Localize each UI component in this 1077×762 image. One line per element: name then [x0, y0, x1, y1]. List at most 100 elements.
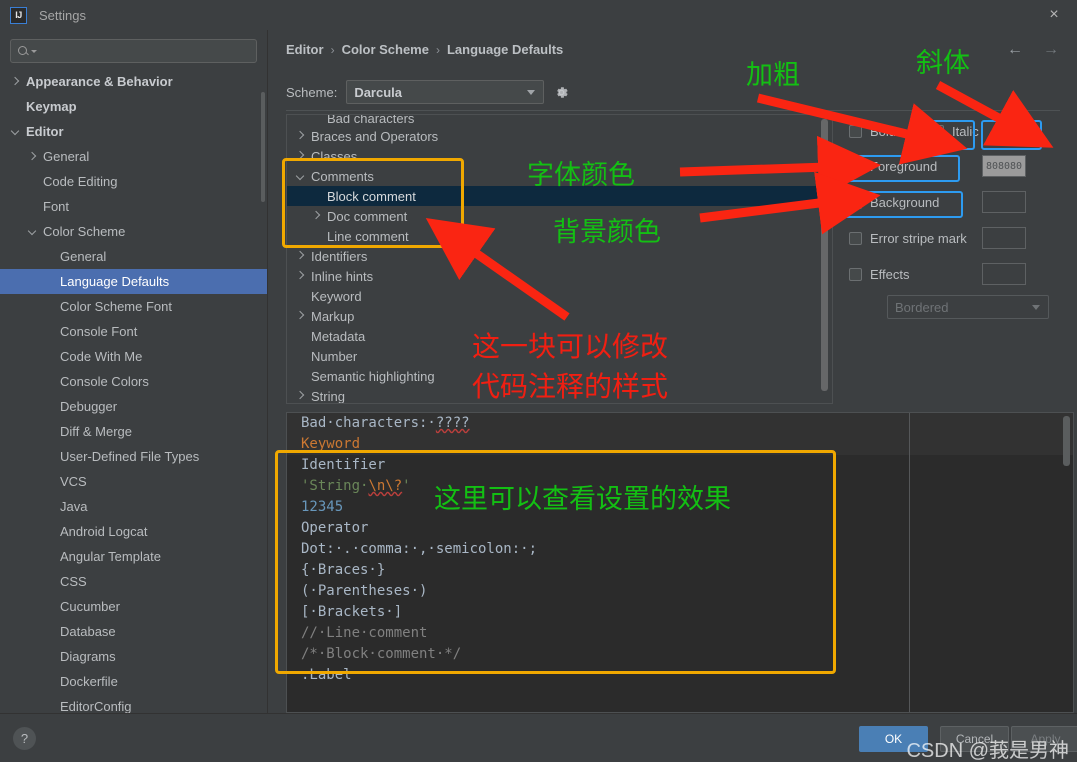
close-icon[interactable]: × [1031, 0, 1077, 30]
color-tree-item-block-comment[interactable]: Block comment [287, 186, 832, 206]
color-tree-item-comments[interactable]: Comments [287, 166, 832, 186]
foreground-checkbox-group[interactable]: Foreground [849, 159, 982, 174]
breadcrumb-item-color-scheme[interactable]: Color Scheme [342, 42, 429, 57]
color-tree-item-label: Metadata [311, 328, 366, 344]
preview-token: 12345 [301, 499, 344, 515]
sidebar-item-code-editing[interactable]: Code Editing [0, 169, 267, 194]
sidebar-item-language-defaults[interactable]: Language Defaults [0, 269, 267, 294]
color-tree-item-identifiers[interactable]: Identifiers [287, 246, 832, 266]
apply-button[interactable]: Apply [1011, 726, 1077, 752]
divider [286, 110, 1060, 111]
breadcrumb-item-language-defaults[interactable]: Language Defaults [447, 42, 563, 57]
foreground-checkbox[interactable] [849, 159, 862, 173]
sidebar-item-editor[interactable]: Editor [0, 119, 267, 144]
chevron-down-icon[interactable] [295, 171, 306, 182]
italic-checkbox[interactable] [931, 124, 944, 138]
chevron-right-icon[interactable] [295, 391, 306, 402]
color-tree-item-metadata[interactable]: Metadata [287, 326, 832, 346]
sidebar-item-label: Color Scheme [43, 224, 126, 239]
sidebar-item-vcs[interactable]: VCS [0, 469, 267, 494]
background-checkbox[interactable] [849, 195, 862, 209]
color-tree-item-string[interactable]: String [287, 386, 832, 404]
sidebar-item-keymap[interactable]: Keymap [0, 94, 267, 119]
sidebar-item-console-font[interactable]: Console Font [0, 319, 267, 344]
sidebar-item-css[interactable]: CSS [0, 569, 267, 594]
color-tree-item-keyword[interactable]: Keyword [287, 286, 832, 306]
preview-right-margin-line [909, 413, 910, 712]
effect-type-value: Bordered [895, 299, 949, 315]
sidebar-item-code-with-me[interactable]: Code With Me [0, 344, 267, 369]
preview-scrollbar[interactable] [1063, 416, 1070, 466]
effects-checkbox[interactable] [849, 267, 862, 281]
background-checkbox-group[interactable]: Background [849, 195, 982, 210]
sidebar-item-appearance-behavior[interactable]: Appearance & Behavior [0, 69, 267, 94]
sidebar-item-angular-template[interactable]: Angular Template [0, 544, 267, 569]
sidebar-item-user-defined-file-types[interactable]: User-Defined File Types [0, 444, 267, 469]
chevron-right-icon[interactable] [295, 151, 306, 162]
color-tree-item-inline-hints[interactable]: Inline hints [287, 266, 832, 286]
color-tree-item-classes[interactable]: Classes [287, 146, 832, 166]
chevron-right-icon[interactable] [10, 76, 21, 87]
dialog-button-bar: ? OK Cancel Apply CSDN @莪是男神 [0, 713, 1077, 762]
foreground-color-swatch[interactable]: 808080 [982, 155, 1026, 177]
color-tree-item-bad-characters[interactable]: Bad characters [287, 115, 832, 126]
bold-checkbox-group[interactable]: Bold [849, 124, 924, 139]
sidebar-item-dockerfile[interactable]: Dockerfile [0, 669, 267, 694]
chevron-right-icon[interactable] [295, 271, 306, 282]
gear-icon[interactable] [553, 84, 570, 101]
color-tree-scrollbar[interactable] [821, 119, 828, 391]
sidebar-item-console-colors[interactable]: Console Colors [0, 369, 267, 394]
color-tree-item-semantic-highlighting[interactable]: Semantic highlighting [287, 366, 832, 386]
sidebar-item-font[interactable]: Font [0, 194, 267, 219]
error-stripe-checkbox[interactable] [849, 231, 862, 245]
sidebar-item-general[interactable]: General [0, 244, 267, 269]
error-stripe-checkbox-group[interactable]: Error stripe mark [849, 231, 982, 246]
sidebar-item-database[interactable]: Database [0, 619, 267, 644]
forward-arrow-icon[interactable]: → [1043, 42, 1059, 58]
sidebar-item-diff-merge[interactable]: Diff & Merge [0, 419, 267, 444]
search-input[interactable] [10, 39, 257, 63]
sidebar-item-editorconfig[interactable]: EditorConfig [0, 694, 267, 713]
breadcrumb-separator: › [330, 42, 335, 57]
preview-pane[interactable]: Bad·characters:·???? Keyword Identifier 'St… [286, 412, 1074, 713]
chevron-right-icon[interactable] [27, 151, 38, 162]
search-icon [17, 45, 30, 58]
sidebar-item-general[interactable]: General [0, 144, 267, 169]
chevron-down-icon[interactable] [27, 226, 38, 237]
sidebar-item-java[interactable]: Java [0, 494, 267, 519]
background-color-swatch[interactable] [982, 191, 1026, 213]
effects-checkbox-group[interactable]: Effects [849, 267, 982, 282]
help-button[interactable]: ? [13, 727, 36, 750]
sidebar-item-cucumber[interactable]: Cucumber [0, 594, 267, 619]
chevron-right-icon[interactable] [295, 311, 306, 322]
sidebar-scrollbar[interactable] [261, 92, 265, 202]
ok-button[interactable]: OK [859, 726, 928, 752]
color-tree-item-number[interactable]: Number [287, 346, 832, 366]
scheme-select[interactable]: Darcula [346, 80, 545, 104]
color-tree-item-braces-and-operators[interactable]: Braces and Operators [287, 126, 832, 146]
color-tree-item-line-comment[interactable]: Line comment [287, 226, 832, 246]
chevron-right-icon[interactable] [295, 251, 306, 262]
sidebar-item-diagrams[interactable]: Diagrams [0, 644, 267, 669]
chevron-right-icon[interactable] [295, 131, 306, 142]
sidebar-item-label: Appearance & Behavior [26, 74, 173, 89]
color-tree-item-markup[interactable]: Markup [287, 306, 832, 326]
cancel-button[interactable]: Cancel [940, 726, 1009, 752]
sidebar-item-android-logcat[interactable]: Android Logcat [0, 519, 267, 544]
chevron-right-icon[interactable] [311, 211, 322, 222]
bold-checkbox[interactable] [849, 124, 862, 138]
preview-token: Keyword [301, 436, 361, 452]
sidebar-tree: Appearance & Behavior Keymap Editor General… [0, 69, 267, 713]
preview-token: :Label [301, 667, 352, 683]
italic-checkbox-group[interactable]: Italic [931, 124, 979, 139]
effects-color-swatch[interactable] [982, 263, 1026, 285]
breadcrumb-item-editor[interactable]: Editor [286, 42, 324, 57]
sidebar-item-color-scheme[interactable]: Color Scheme [0, 219, 267, 244]
error-stripe-color-swatch[interactable] [982, 227, 1026, 249]
sidebar-item-debugger[interactable]: Debugger [0, 394, 267, 419]
color-tree-item-doc-comment[interactable]: Doc comment [287, 206, 832, 226]
back-arrow-icon[interactable]: ← [1007, 42, 1023, 58]
effect-type-select[interactable]: Bordered [887, 295, 1049, 319]
chevron-down-icon[interactable] [10, 126, 21, 137]
sidebar-item-color-scheme-font[interactable]: Color Scheme Font [0, 294, 267, 319]
